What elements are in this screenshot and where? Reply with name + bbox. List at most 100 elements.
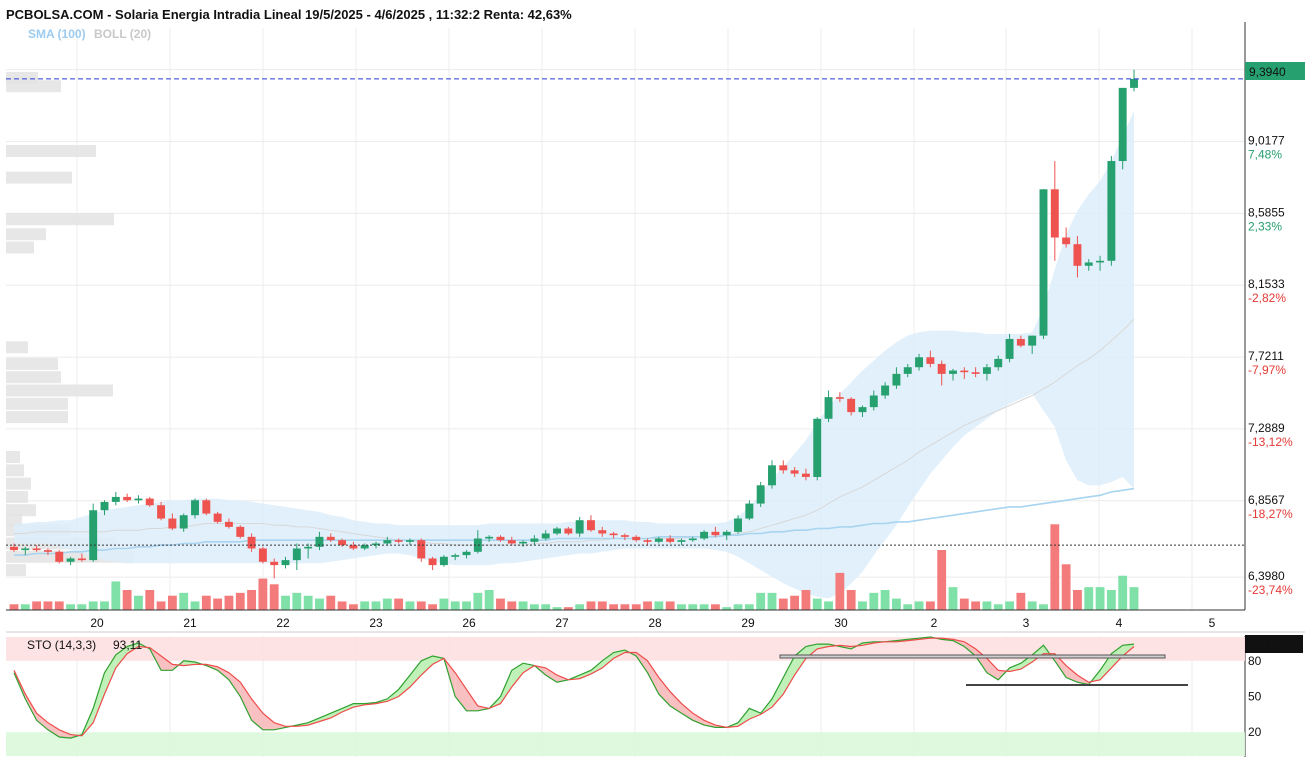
volume-bar [586, 601, 596, 610]
volume-bar [914, 601, 924, 610]
volume-bar [699, 604, 709, 610]
candle-body [971, 372, 980, 374]
legend-boll[interactable]: BOLL (20) [94, 27, 151, 41]
volume-profile-bar [6, 80, 61, 93]
candle-body [428, 558, 437, 566]
sto-level-label: 80 [1248, 654, 1262, 668]
sto-axis-value: 93,111 [1249, 638, 1284, 652]
candle-body [145, 498, 154, 506]
candle-body [55, 551, 64, 562]
x-tick-label: 29 [741, 616, 755, 630]
candle-body [77, 558, 86, 561]
volume-bar [925, 601, 935, 610]
candle-body [485, 536, 494, 539]
y-tick-pct: -2,82% [1248, 291, 1286, 305]
candle-body [292, 548, 301, 561]
candle-body [224, 521, 233, 527]
candle-body [587, 520, 595, 531]
volume-bar [858, 601, 867, 610]
candle-body [462, 551, 471, 556]
candle-body [1050, 189, 1059, 238]
candle-body [258, 548, 267, 562]
volume-profile-bar [6, 145, 96, 158]
volume-bar [948, 587, 958, 610]
y-tick-pct: 7,48% [1248, 147, 1282, 161]
volume-bar [620, 604, 630, 610]
volume-bar [869, 592, 879, 610]
volume-profile-bar [6, 451, 20, 464]
candle-body [937, 363, 946, 374]
volume-bar [473, 592, 483, 610]
volume-bar [993, 604, 1003, 610]
candle-body [881, 385, 890, 396]
volume-bar [677, 604, 686, 610]
volume-bar [835, 572, 845, 610]
volume-bar [9, 604, 19, 610]
volume-profile-bar [6, 464, 24, 477]
candle [89, 503, 98, 562]
volume-bar [281, 595, 290, 610]
volume-bar [258, 578, 268, 610]
candle [258, 546, 267, 564]
candle-body [1039, 189, 1048, 336]
candle-body [643, 540, 652, 542]
candle-body [406, 540, 414, 542]
volume-bar [711, 604, 720, 610]
candle-body [89, 510, 98, 561]
legend-sma[interactable]: SMA (100) [28, 27, 86, 41]
volume-bar [450, 601, 460, 610]
candle-body [417, 540, 426, 559]
x-tick-label: 26 [462, 616, 476, 630]
volume-bar [156, 601, 166, 610]
volume-bar [32, 601, 42, 610]
y-tick-label: 7,2889 [1248, 421, 1285, 435]
candle-body [304, 546, 313, 549]
volume-bar [631, 604, 641, 610]
candle-body [598, 530, 607, 534]
candle-body [281, 560, 290, 566]
candle-body [168, 518, 177, 529]
candle-body [711, 531, 720, 536]
volume-bar [971, 601, 981, 610]
candle-body [100, 501, 109, 511]
volume-bar [122, 590, 132, 610]
volume-profile-bar [6, 477, 31, 490]
candle-body [157, 505, 166, 519]
volume-bar [405, 601, 415, 610]
volume-bar [360, 601, 370, 610]
candle-body [813, 418, 822, 477]
candle [236, 525, 245, 539]
volume-bar [66, 604, 75, 610]
x-tick-label: 27 [555, 616, 569, 630]
candle-body [202, 500, 211, 514]
x-tick-label: 3 [1023, 616, 1030, 630]
candle-body [111, 496, 120, 502]
volume-bar [224, 595, 234, 610]
volume-bar [812, 598, 822, 610]
candle-body [1062, 237, 1071, 245]
candle-body [541, 533, 550, 539]
candle-body [575, 520, 584, 534]
y-tick-pct: -18,27% [1248, 507, 1293, 521]
candle-body [858, 407, 867, 413]
candle-body [688, 538, 697, 541]
volume-bar [1118, 575, 1128, 610]
x-tick-label: 4 [1116, 616, 1123, 630]
volume-bar [145, 590, 155, 610]
volume-bar [688, 604, 698, 610]
candle-body [43, 550, 52, 552]
x-tick-label: 20 [90, 616, 104, 630]
volume-bar [529, 604, 539, 610]
volume-bar [416, 601, 426, 610]
volume-bar [609, 604, 619, 610]
volume-bar [382, 598, 392, 610]
y-tick-pct: 2,33% [1248, 219, 1282, 233]
candle-body [632, 536, 641, 541]
candle-body [835, 397, 844, 399]
chart-title: PCBOLSA.COM - Solaria Energia Intradia L… [6, 7, 572, 22]
candle [813, 417, 822, 481]
candle-body [801, 473, 810, 477]
volume-bar [439, 598, 449, 610]
candle-body [722, 531, 731, 536]
volume-bar [235, 592, 245, 610]
